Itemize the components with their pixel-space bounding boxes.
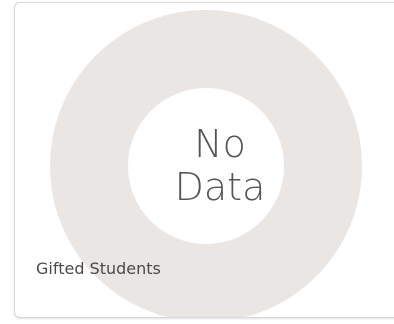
no-data-message: No Data	[142, 123, 298, 209]
chart-card: No Data Gifted Students	[14, 2, 394, 318]
no-data-line-2: Data	[174, 165, 266, 209]
chart-label: Gifted Students	[36, 259, 161, 278]
no-data-line-1: No	[194, 122, 246, 166]
